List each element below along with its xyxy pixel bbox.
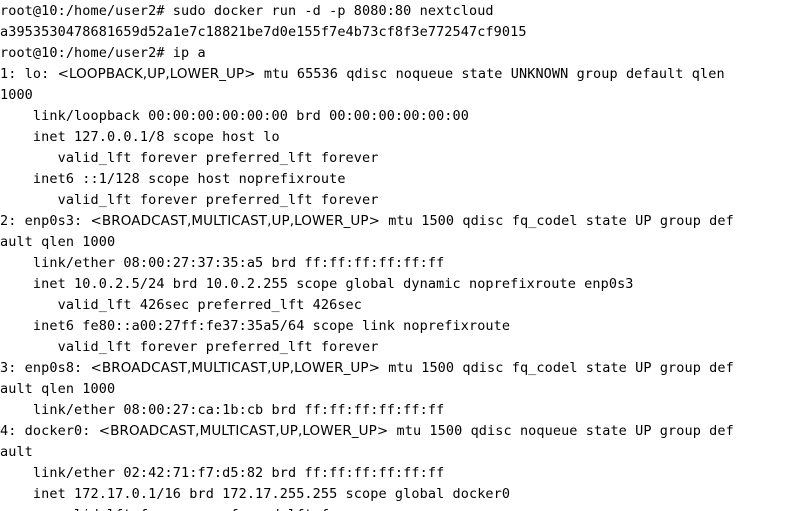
terminal-text: 3: enp0s8: [0, 360, 91, 376]
terminal-line: inet 10.0.2.5/24 brd 10.0.2.255 scope gl… [0, 273, 785, 294]
terminal-line: a3953530478681659d52a1e7c18821be7d0e155f… [0, 21, 785, 42]
terminal-line: 4: docker0: <BROADCAST,MULTICAST,UP,LOWE… [0, 420, 785, 441]
terminal-line: valid_lft forever preferred_lft forever [0, 336, 785, 357]
terminal-line: valid_lft forever preferred_lft forever [0, 147, 785, 168]
terminal-text: mtu 1500 qdisc fq_codel state UP group d… [380, 360, 734, 376]
terminal-text: link/ether 08:00:27:37:35:a5 brd ff:ff:f… [0, 255, 445, 271]
terminal-line: valid_lft forever preferred_lft forever [0, 189, 785, 210]
terminal-line: 3: enp0s8: <BROADCAST,MULTICAST,UP,LOWER… [0, 357, 785, 378]
terminal-text: mtu 1500 qdisc fq_codel state UP group d… [380, 213, 734, 229]
terminal-text: valid_lft forever preferred_lft forever [0, 339, 379, 355]
terminal-text: a3953530478681659d52a1e7c18821be7d0e155f… [0, 24, 527, 40]
terminal-window[interactable]: root@10:/home/user2# sudo docker run -d … [0, 0, 785, 511]
terminal-text: <BROADCAST,MULTICAST,UP,LOWER_UP> [90, 213, 381, 229]
terminal-line: link/loopback 00:00:00:00:00:00 brd 00:0… [0, 105, 785, 126]
terminal-line: link/ether 08:00:27:37:35:a5 brd ff:ff:f… [0, 252, 785, 273]
terminal-line: 1: lo: <LOOPBACK,UP,LOWER_UP> mtu 65536 … [0, 63, 785, 84]
terminal-text: mtu 65536 qdisc noqueue state UNKNOWN gr… [255, 66, 725, 82]
terminal-text: inet 127.0.0.1/8 scope host lo [0, 129, 280, 145]
terminal-text: ault qlen 1000 [0, 234, 116, 250]
terminal-text: root@10:/home/user2# ip a [0, 45, 206, 61]
terminal-line: link/ether 02:42:71:f7:d5:82 brd ff:ff:f… [0, 462, 785, 483]
terminal-line: inet 127.0.0.1/8 scope host lo [0, 126, 785, 147]
terminal-line: root@10:/home/user2# ip a [0, 42, 785, 63]
terminal-line: valid_lft forever preferred_lft forever [0, 504, 785, 511]
terminal-text: 2: enp0s3: [0, 213, 91, 229]
terminal-text: mtu 1500 qdisc noqueue state UP group de… [388, 423, 734, 439]
terminal-text: 1000 [0, 87, 33, 103]
terminal-line: ault qlen 1000 [0, 378, 785, 399]
terminal-line: ault qlen 1000 [0, 231, 785, 252]
terminal-text: <BROADCAST,MULTICAST,UP,LOWER_UP> [90, 360, 381, 376]
terminal-text: inet 10.0.2.5/24 brd 10.0.2.255 scope gl… [0, 276, 634, 292]
terminal-text: link/ether 08:00:27:ca:1b:cb brd ff:ff:f… [0, 402, 445, 418]
terminal-line: ault [0, 441, 785, 462]
terminal-text: valid_lft forever preferred_lft forever [0, 507, 379, 511]
terminal-output: root@10:/home/user2# sudo docker run -d … [0, 0, 785, 511]
terminal-text: valid_lft forever preferred_lft forever [0, 150, 379, 166]
terminal-line: link/ether 08:00:27:ca:1b:cb brd ff:ff:f… [0, 399, 785, 420]
terminal-line: inet6 fe80::a00:27ff:fe37:35a5/64 scope … [0, 315, 785, 336]
terminal-text: root@10:/home/user2# sudo docker run -d … [0, 3, 494, 19]
terminal-text: valid_lft forever preferred_lft forever [0, 192, 379, 208]
terminal-text: valid_lft 426sec preferred_lft 426sec [0, 297, 363, 313]
terminal-text: link/ether 02:42:71:f7:d5:82 brd ff:ff:f… [0, 465, 445, 481]
terminal-text: inet 172.17.0.1/16 brd 172.17.255.255 sc… [0, 486, 511, 502]
terminal-text: inet6 ::1/128 scope host noprefixroute [0, 171, 346, 187]
terminal-text: 1: lo: [0, 66, 58, 82]
terminal-text: <BROADCAST,MULTICAST,UP,LOWER_UP> [98, 423, 389, 439]
terminal-text: 4: docker0: [0, 423, 99, 439]
terminal-text: ault qlen 1000 [0, 381, 116, 397]
terminal-text: ault [0, 444, 33, 460]
terminal-line: inet 172.17.0.1/16 brd 172.17.255.255 sc… [0, 483, 785, 504]
terminal-line: root@10:/home/user2# sudo docker run -d … [0, 0, 785, 21]
terminal-line: 2: enp0s3: <BROADCAST,MULTICAST,UP,LOWER… [0, 210, 785, 231]
terminal-line: inet6 ::1/128 scope host noprefixroute [0, 168, 785, 189]
terminal-text: inet6 fe80::a00:27ff:fe37:35a5/64 scope … [0, 318, 511, 334]
terminal-text: <LOOPBACK,UP,LOWER_UP> [57, 66, 256, 82]
terminal-line: valid_lft 426sec preferred_lft 426sec [0, 294, 785, 315]
terminal-text: link/loopback 00:00:00:00:00:00 brd 00:0… [0, 108, 469, 124]
terminal-line: 1000 [0, 84, 785, 105]
